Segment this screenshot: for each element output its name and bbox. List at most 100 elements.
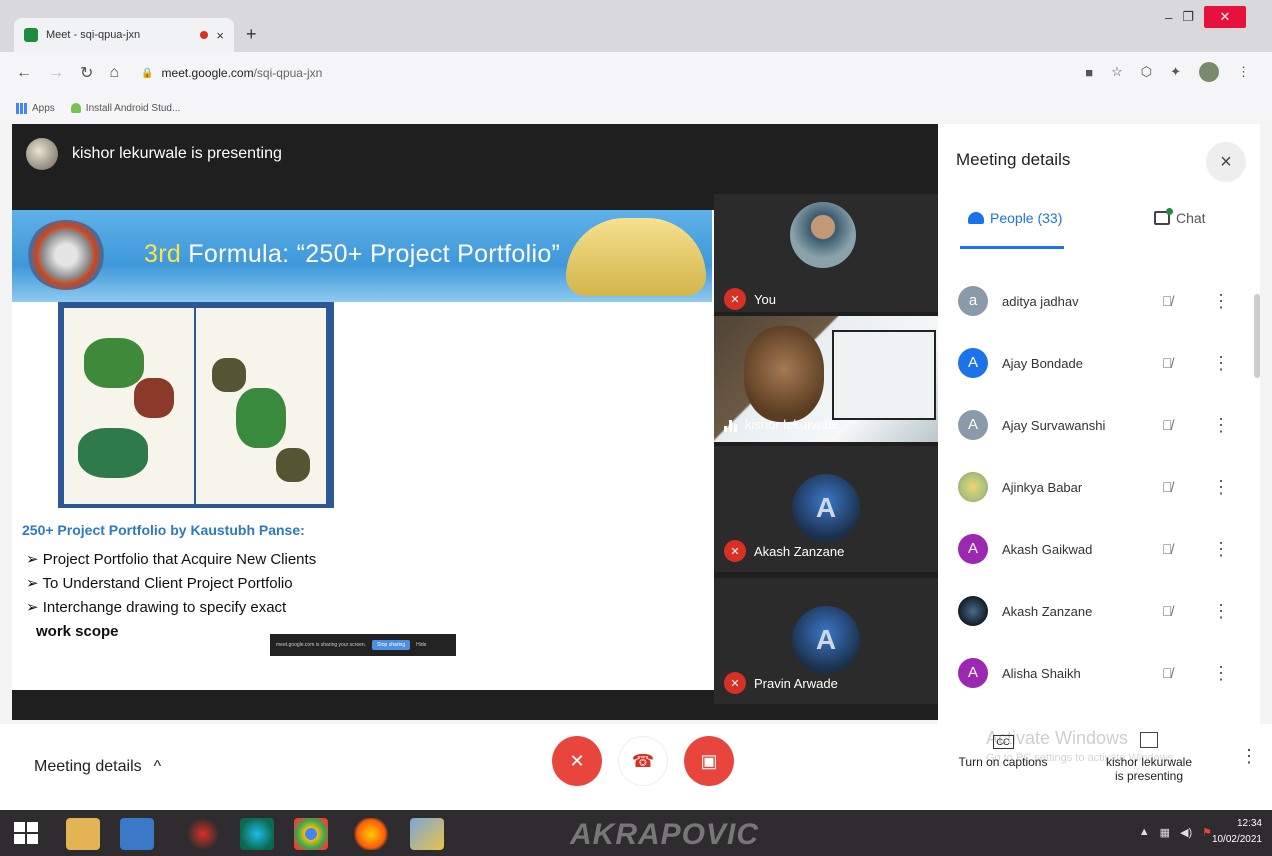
home-icon[interactable]: ⌂ bbox=[109, 64, 119, 82]
browser-tab-bar: Meet - sqi-qpua-jxn × + – ❐ ✕ bbox=[0, 0, 1272, 52]
list-item[interactable]: A Akash Gaikwad 🎙̸ ⋮ bbox=[938, 518, 1260, 580]
leave-call-button[interactable]: ☎ bbox=[618, 736, 668, 786]
tab-people[interactable]: People (33) bbox=[968, 210, 1062, 226]
mic-off-icon[interactable]: 🎙̸ bbox=[1162, 603, 1173, 619]
presenting-line-2: is presenting bbox=[1114, 769, 1184, 783]
list-item[interactable]: a aditya jadhav 🎙̸ ⋮ bbox=[938, 270, 1260, 332]
paint-icon[interactable] bbox=[410, 818, 444, 850]
browser-toolbar-icons: ■ ☆ ⬡ ✦ ⋮ bbox=[1085, 62, 1250, 82]
mic-off-icon[interactable]: 🎙̸ bbox=[1162, 665, 1173, 681]
system-clock[interactable]: 12:34 10/02/2021 bbox=[1212, 816, 1262, 848]
mic-off-icon[interactable]: 🎙̸ bbox=[1162, 293, 1173, 309]
bookmark-apps-label: Apps bbox=[32, 102, 55, 114]
more-options-icon[interactable]: ⋮ bbox=[1212, 663, 1230, 684]
extension-shield-icon[interactable]: ⬡ bbox=[1141, 64, 1152, 80]
tray-expand-icon[interactable]: ▲ bbox=[1139, 826, 1150, 839]
camera-icon[interactable]: ■ bbox=[1085, 65, 1093, 80]
chassis-shape bbox=[236, 388, 286, 448]
mic-off-icon[interactable]: 🎙̸ bbox=[1162, 479, 1173, 495]
tile-akash[interactable]: A ✕ Akash Zanzane bbox=[714, 442, 938, 572]
participant-name: Ajay Survawanshi bbox=[1002, 417, 1106, 433]
list-item[interactable]: A Ajay Survawanshi 🎙̸ ⋮ bbox=[938, 394, 1260, 456]
portfolio-photo bbox=[58, 302, 334, 508]
participant-name: Akash Gaikwad bbox=[1002, 541, 1093, 557]
meet-favicon-icon bbox=[24, 28, 38, 42]
captions-icon: CC bbox=[992, 735, 1014, 749]
wallpaper-brand-logo: AKRAPOVIC bbox=[570, 818, 760, 851]
avatar: A bbox=[958, 658, 988, 688]
tile-name: ✕ Akash Zanzane bbox=[724, 540, 844, 562]
mic-off-icon[interactable]: 🎙̸ bbox=[1162, 417, 1173, 433]
more-options-icon[interactable]: ⋮ bbox=[1212, 477, 1230, 498]
tile-kishor[interactable]: kishor lekurwale bbox=[714, 312, 938, 442]
panel-scrollbar[interactable] bbox=[1254, 294, 1260, 378]
android-icon bbox=[70, 103, 81, 113]
recording-dot-icon bbox=[200, 31, 209, 39]
chrome-app-icon[interactable] bbox=[120, 818, 154, 850]
url-field[interactable]: meet.google.com/sqi-qpua-jxn bbox=[162, 66, 323, 80]
profile-avatar[interactable] bbox=[1199, 62, 1219, 82]
presenting-status-button[interactable]: kishor lekurwale is presenting bbox=[1094, 732, 1204, 783]
edge-icon[interactable] bbox=[240, 818, 274, 850]
tab-chat-label: Chat bbox=[1176, 210, 1206, 226]
tab-close-button[interactable]: × bbox=[216, 28, 224, 43]
mic-off-icon[interactable]: 🎙̸ bbox=[1162, 541, 1173, 557]
bookmark-android-studio[interactable]: Install Android Stud... bbox=[70, 103, 180, 114]
list-item[interactable]: A Alisha Shaikh 🎙̸ ⋮ bbox=[938, 642, 1260, 704]
presenting-line-1: kishor lekurwale bbox=[1105, 755, 1193, 769]
tile-you[interactable]: ✕ You bbox=[714, 190, 938, 320]
chrome-icon[interactable] bbox=[294, 818, 328, 850]
flag-icon[interactable]: ⚑ bbox=[1202, 826, 1212, 839]
slide-title-rest: Formula: “250+ Project Portfolio” bbox=[181, 240, 561, 268]
network-icon[interactable]: ▦ bbox=[1160, 826, 1170, 839]
hide-share-bar-button[interactable]: Hide bbox=[416, 642, 426, 648]
puzzle-icon[interactable]: ✦ bbox=[1170, 64, 1181, 80]
slide-subtitle: 250+ Project Portfolio by Kaustubh Panse… bbox=[22, 522, 305, 538]
window-close-button[interactable]: ✕ bbox=[1204, 6, 1246, 28]
stop-sharing-button[interactable]: Stop sharing bbox=[372, 640, 411, 650]
bullet-3: ➢ Interchange drawing to specify exact bbox=[26, 599, 287, 616]
share-notice: meet.google.com is sharing your screen. bbox=[276, 642, 367, 648]
people-icon bbox=[968, 212, 984, 224]
meeting-details-button[interactable]: Meeting details ^ bbox=[34, 758, 161, 776]
tile-pravin[interactable]: A ✕ Pravin Arwade bbox=[714, 574, 938, 704]
captions-button[interactable]: CC Turn on captions bbox=[952, 734, 1054, 769]
engine-block-shape bbox=[84, 338, 144, 388]
browser-menu-icon[interactable]: ⋮ bbox=[1237, 64, 1250, 80]
list-item[interactable]: Ajinkya Babar 🎙̸ ⋮ bbox=[938, 456, 1260, 518]
panel-close-button[interactable]: × bbox=[1206, 142, 1246, 182]
forward-icon[interactable]: → bbox=[48, 64, 64, 82]
reload-icon[interactable]: ↻ bbox=[80, 63, 93, 83]
panel-title: Meeting details bbox=[956, 150, 1071, 169]
list-item[interactable]: A Ajay Bondade 🎙̸ ⋮ bbox=[938, 332, 1260, 394]
firefox-icon[interactable] bbox=[354, 818, 388, 850]
more-options-icon[interactable]: ⋮ bbox=[1212, 415, 1230, 436]
maximize-button[interactable]: ❐ bbox=[1182, 9, 1194, 25]
avatar: A bbox=[958, 348, 988, 378]
more-options-icon[interactable]: ⋮ bbox=[1212, 601, 1230, 622]
file-explorer-icon[interactable] bbox=[66, 818, 100, 850]
more-options-icon[interactable]: ⋮ bbox=[1212, 353, 1230, 374]
browser-tab[interactable]: Meet - sqi-qpua-jxn × bbox=[14, 18, 234, 52]
more-options-icon[interactable]: ⋮ bbox=[1212, 291, 1230, 312]
microphone-toggle-button[interactable]: ✕ bbox=[552, 736, 602, 786]
camera-toggle-button[interactable]: ▣ bbox=[684, 736, 734, 786]
meeting-details-panel: Meeting details × People (33) Chat a adi… bbox=[938, 124, 1260, 724]
more-options-icon[interactable]: ⋮ bbox=[1240, 746, 1258, 767]
mic-off-icon: ✕ bbox=[724, 672, 746, 694]
media-app-icon[interactable] bbox=[186, 818, 220, 850]
back-icon[interactable]: ← bbox=[16, 64, 32, 82]
car-body-illustration bbox=[566, 218, 706, 296]
new-tab-button[interactable]: + bbox=[246, 24, 257, 45]
star-icon[interactable]: ☆ bbox=[1111, 64, 1123, 80]
mic-off-icon[interactable]: 🎙̸ bbox=[1162, 355, 1173, 371]
minimize-button[interactable]: – bbox=[1165, 10, 1172, 25]
lock-icon[interactable]: 🔒 bbox=[141, 68, 153, 79]
active-tab-indicator bbox=[960, 246, 1064, 249]
more-options-icon[interactable]: ⋮ bbox=[1212, 539, 1230, 560]
tab-chat[interactable]: Chat bbox=[1154, 208, 1206, 226]
list-item[interactable]: Akash Zanzane 🎙̸ ⋮ bbox=[938, 580, 1260, 642]
bookmark-apps[interactable]: Apps bbox=[16, 102, 55, 114]
start-button[interactable] bbox=[14, 822, 38, 844]
volume-icon[interactable]: ◀) bbox=[1180, 826, 1192, 839]
